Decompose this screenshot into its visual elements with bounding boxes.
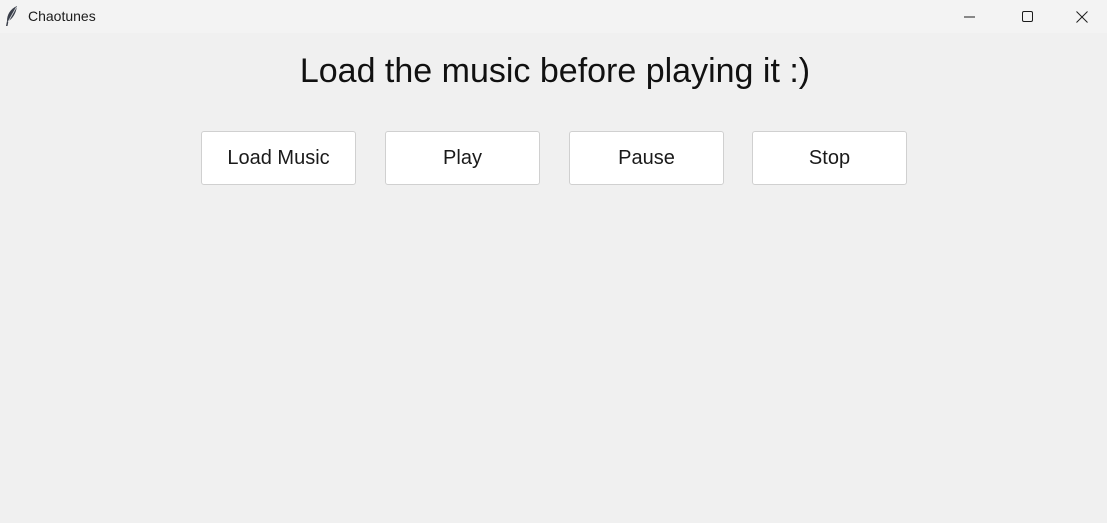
stop-label: Stop bbox=[808, 146, 851, 169]
feather-icon bbox=[4, 5, 20, 27]
load-music-label: Load Music bbox=[227, 146, 330, 169]
close-icon bbox=[1076, 10, 1088, 23]
stop-button[interactable]: Stop bbox=[752, 131, 907, 185]
main-area: Load the music before playing it :) Load… bbox=[0, 33, 1107, 523]
pause-button[interactable]: Pause bbox=[569, 131, 724, 185]
pause-label: Pause bbox=[618, 146, 675, 169]
title-bar[interactable]: Chaotunes bbox=[0, 0, 1107, 33]
minimize-button[interactable] bbox=[941, 0, 999, 33]
minimize-icon bbox=[964, 11, 976, 23]
play-button[interactable]: Play bbox=[385, 131, 540, 185]
play-label: Play bbox=[443, 146, 482, 169]
maximize-button[interactable] bbox=[999, 0, 1057, 33]
app-window: Chaotunes Load the music before playing … bbox=[0, 0, 1107, 523]
maximize-icon bbox=[1022, 10, 1034, 23]
instruction-heading: Load the music before playing it :) bbox=[299, 52, 811, 90]
window-title: Chaotunes bbox=[28, 8, 96, 24]
close-button[interactable] bbox=[1057, 0, 1107, 33]
load-music-button[interactable]: Load Music bbox=[201, 131, 356, 185]
